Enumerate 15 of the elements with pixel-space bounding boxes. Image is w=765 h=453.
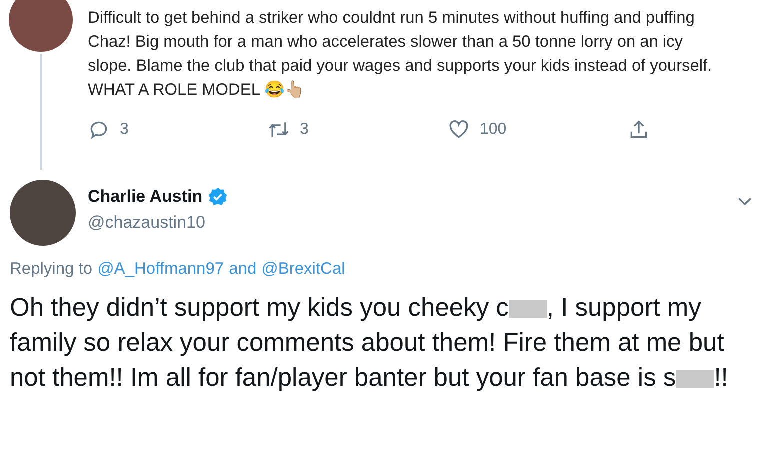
heart-icon [448, 119, 470, 141]
replying-joiner: and [229, 260, 257, 279]
retweet-button[interactable]: 3 [268, 119, 448, 141]
tweet-text: Difficult to get behind a striker who couldnt run 5 minutes without huffing and puffing Chaz! Big mouth for a man who accelerates slower than a 50 tonne lorry on an icy slope. Blame the club that paid your wages and supports your kids instead of yourself. WHAT A ROLE MODEL 😂👆🏼 [88, 8, 714, 101]
speech-bubble-icon [88, 119, 110, 141]
reply-text: Oh they didn’t support my kids you cheeky c , I support my family so relax your comments about them! Fire them at me but not them!! Im all for fan/player banter but your fan base is s !! [10, 293, 730, 394]
avatar-photo-placeholder[interactable] [9, 0, 73, 52]
mention-link[interactable]: @A_Hoffmann97 [98, 260, 224, 279]
mention-link[interactable]: @BrexitCal [262, 260, 346, 279]
replying-to-label: Replying to [10, 260, 93, 279]
user-name[interactable]: Charlie Austin [88, 187, 203, 207]
user-handle[interactable]: @chazaustin10 [88, 213, 228, 233]
share-icon [628, 119, 650, 141]
reply-button[interactable]: 3 [88, 119, 268, 141]
like-button[interactable]: 100 [448, 119, 628, 141]
